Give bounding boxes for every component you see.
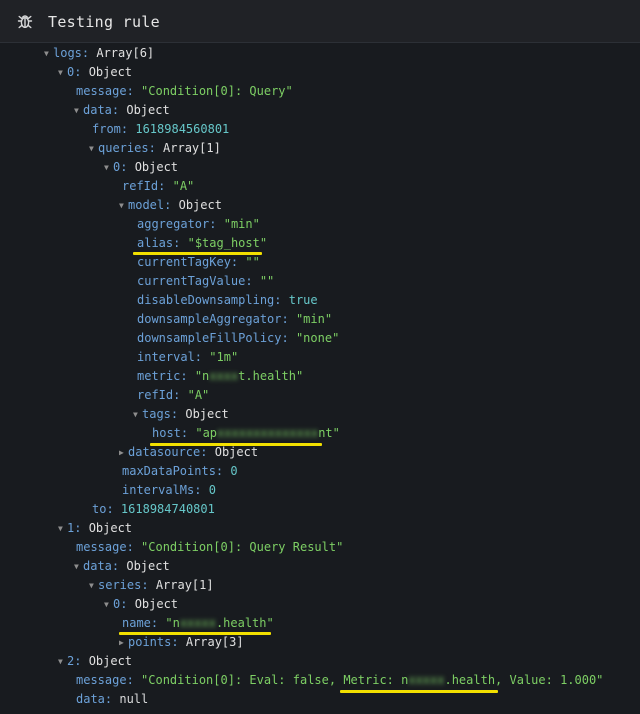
caret-down-icon[interactable]: ▼ [44, 44, 52, 63]
tree-leaf-downsamplefillpolicy: downsampleFillPolicy: "none" [137, 331, 340, 345]
caret-down-icon[interactable]: ▼ [58, 63, 66, 82]
tree-leaf-currenttagkey: currentTagKey: "" [137, 255, 260, 269]
tree-node-model[interactable]: ▼ model: Object [119, 196, 222, 215]
redacted-text: xxxxx [179, 616, 216, 630]
tree-node-data[interactable]: ▼ data: Object [74, 557, 170, 576]
caret-down-icon[interactable]: ▼ [89, 139, 97, 158]
tree-node-queries[interactable]: ▼ queries: Array[1] [89, 139, 221, 158]
tree-leaf-refid: refId: "A" [122, 179, 195, 193]
tree-leaf-refid-model: refId: "A" [137, 388, 210, 402]
tree-leaf-host: host: "apxxxxxxxxxxxxxxnt" [152, 426, 340, 440]
tree-leaf-interval: interval: "1m" [137, 350, 239, 364]
tree-leaf-maxdatapoints: maxDataPoints: 0 [122, 464, 238, 478]
tree-leaf-to: to: 1618984740801 [92, 502, 215, 516]
tree-leaf-disabledownsampling: disableDownsampling: true [137, 293, 318, 307]
tree-leaf-data-null: data: null [76, 692, 149, 706]
tree-node-logs[interactable]: ▼ logs: Array[6] [44, 44, 154, 63]
caret-down-icon[interactable]: ▼ [58, 519, 66, 538]
tree-node-tags[interactable]: ▼ tags: Object [133, 405, 229, 424]
tree-node-datasource[interactable]: ▶ datasource: Object [119, 443, 258, 462]
tree-leaf-name: name: "nxxxxx.health" [122, 616, 274, 630]
caret-right-icon[interactable]: ▶ [119, 633, 127, 652]
caret-down-icon[interactable]: ▼ [89, 576, 97, 595]
tree-node-log-0[interactable]: ▼ 0: Object [58, 63, 132, 82]
tree-node-query-0[interactable]: ▼ 0: Object [104, 158, 178, 177]
caret-down-icon[interactable]: ▼ [133, 405, 141, 424]
drawer-header: Testing rule [0, 0, 640, 43]
tree-leaf-currenttagvalue: currentTagValue: "" [137, 274, 275, 288]
redacted-text: xxxx [209, 369, 239, 383]
tree-node-series-0[interactable]: ▼ 0: Object [104, 595, 178, 614]
tree-leaf-from: from: 1618984560801 [92, 122, 230, 136]
caret-down-icon[interactable]: ▼ [104, 595, 112, 614]
tree-leaf-aggregator: aggregator: "min" [137, 217, 260, 231]
caret-right-icon[interactable]: ▶ [119, 443, 127, 462]
tree-node-series[interactable]: ▼ series: Array[1] [89, 576, 214, 595]
tree-leaf-message: message: "Condition[0]: Eval: false, Met… [76, 673, 604, 687]
tree-node-log-1[interactable]: ▼ 1: Object [58, 519, 132, 538]
caret-down-icon[interactable]: ▼ [74, 557, 82, 576]
tree-node-log-2[interactable]: ▼ 2: Object [58, 652, 132, 671]
redacted-text: xxxxx [408, 673, 445, 687]
json-tree: ▼ logs: Array[6] ▼ 0: Object message: "Con… [0, 44, 640, 714]
caret-down-icon[interactable]: ▼ [58, 652, 66, 671]
drawer-title: Testing rule [48, 13, 160, 31]
caret-down-icon[interactable]: ▼ [119, 196, 127, 215]
tree-leaf-intervalms: intervalMs: 0 [122, 483, 216, 497]
caret-down-icon[interactable]: ▼ [104, 158, 112, 177]
highlight-underline [340, 690, 498, 693]
tree-node-points[interactable]: ▶ points: Array[3] [119, 633, 244, 652]
tree-leaf-alias: alias: "$tag_host" [137, 236, 268, 250]
tree-node-data[interactable]: ▼ data: Object [74, 101, 170, 120]
redacted-text: xxxxxxxxxxxxxx [217, 426, 319, 440]
bug-icon [17, 15, 33, 29]
caret-down-icon[interactable]: ▼ [74, 101, 82, 120]
tree-leaf-message: message: "Condition[0]: Query Result" [76, 540, 344, 554]
tree-leaf-downsampleaggregator: downsampleAggregator: "min" [137, 312, 333, 326]
tree-leaf-message: message: "Condition[0]: Query" [76, 84, 293, 98]
tree-leaf-metric: metric: "nxxxxt.health" [137, 369, 304, 383]
